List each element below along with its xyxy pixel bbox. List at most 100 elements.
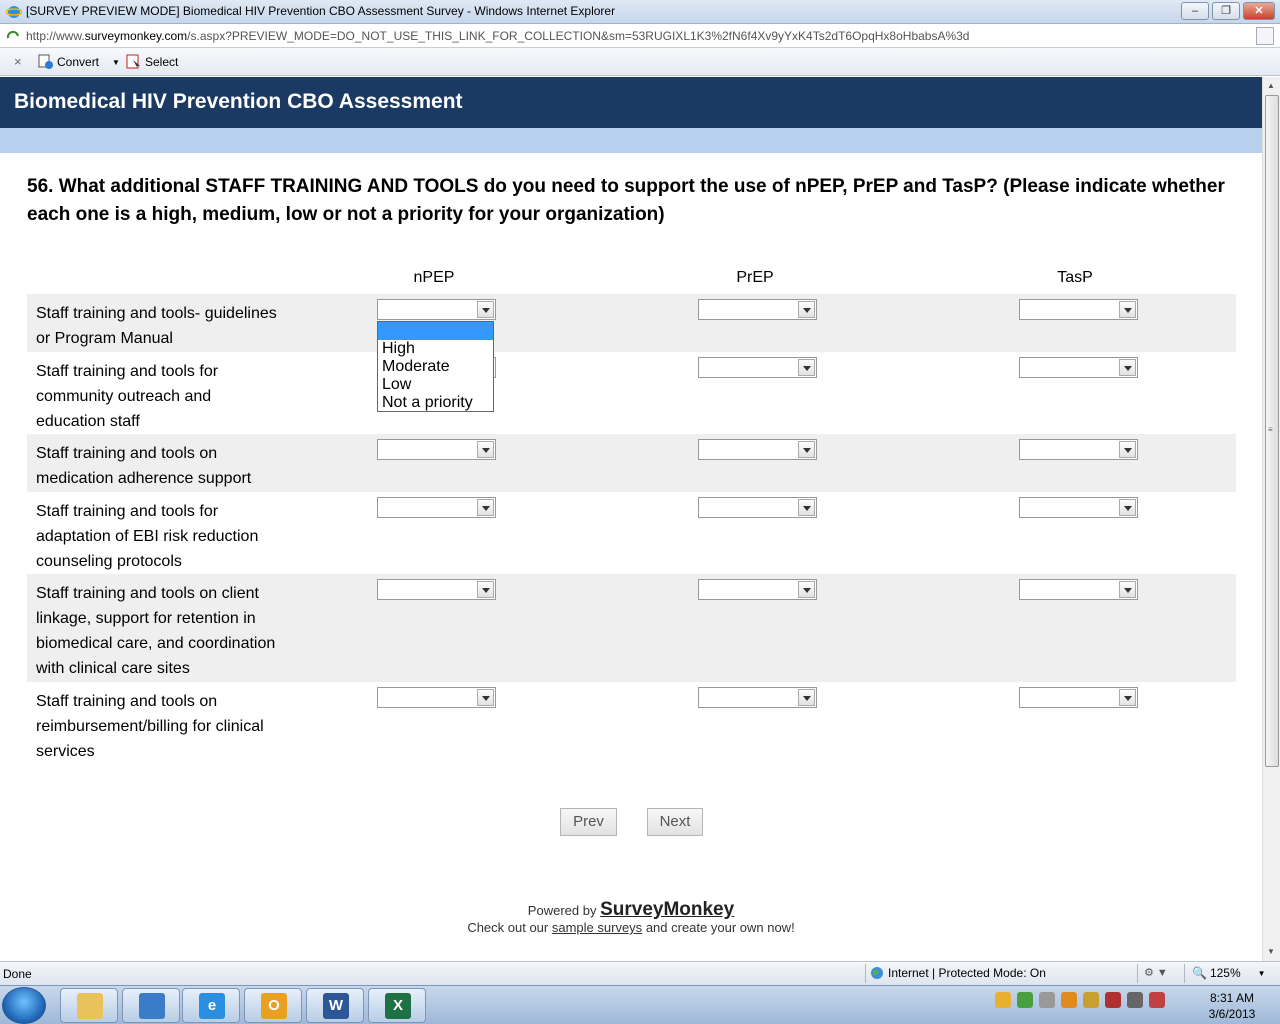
npep-select-row5[interactable]	[377, 579, 496, 600]
prep-select-row6[interactable]	[698, 687, 817, 708]
npep-select-row4[interactable]	[377, 497, 496, 518]
scroll-up-icon[interactable]: ▲	[1267, 81, 1275, 90]
next-button[interactable]: Next	[647, 808, 703, 836]
windows-taskbar: e O W X 8:31 AM 3/6/2013	[0, 985, 1280, 1024]
minimize-button[interactable]: –	[1181, 2, 1209, 20]
prep-select-row2[interactable]	[698, 357, 817, 378]
dropdown-option-blank[interactable]	[378, 322, 493, 340]
prep-select-row5[interactable]	[698, 579, 817, 600]
excel-icon: X	[385, 993, 411, 1019]
tasp-select-row4[interactable]	[1019, 497, 1138, 518]
chevron-down-icon[interactable]	[798, 581, 815, 598]
alert-icon[interactable]	[1105, 992, 1121, 1008]
dropdown-option-high[interactable]: High	[378, 340, 493, 358]
page-content: Biomedical HIV Prevention CBO Assessment…	[0, 77, 1262, 961]
system-clock[interactable]: 8:31 AM 3/6/2013	[1197, 990, 1267, 1022]
taskbar-internet-explorer[interactable]: e	[182, 988, 240, 1023]
chevron-down-icon[interactable]	[477, 581, 494, 598]
vertical-scrollbar[interactable]: ▲ ≡ ▼	[1262, 77, 1280, 961]
display-icon[interactable]	[1127, 992, 1143, 1008]
chevron-down-icon[interactable]	[798, 689, 815, 706]
prep-select-row1[interactable]	[698, 299, 817, 320]
column-header-npep: nPEP	[413, 269, 455, 286]
chevron-down-icon[interactable]	[477, 441, 494, 458]
chevron-down-icon[interactable]	[1119, 581, 1136, 598]
checkout-text: Check out our sample surveys and create …	[467, 920, 795, 935]
prep-select-row3[interactable]	[698, 439, 817, 460]
chevron-down-icon[interactable]	[477, 301, 494, 318]
taskbar-explorer[interactable]	[60, 988, 118, 1023]
internet-explorer-icon	[6, 6, 22, 18]
divider	[865, 964, 866, 983]
row-label: Staff training and tools on client linka…	[36, 585, 276, 677]
globe-icon	[871, 967, 883, 979]
address-bar[interactable]: http://www.surveymonkey.com/s.aspx?PREVI…	[0, 24, 1280, 48]
sync-icon[interactable]	[1039, 992, 1055, 1008]
npep-select-row3[interactable]	[377, 439, 496, 460]
scroll-down-icon[interactable]: ▼	[1267, 947, 1275, 956]
sample-surveys-link[interactable]: sample surveys	[552, 920, 642, 935]
tasp-select-row6[interactable]	[1019, 687, 1138, 708]
window-titlebar: [SURVEY PREVIEW MODE] Biomedical HIV Pre…	[0, 0, 1280, 24]
security-icon[interactable]	[1083, 992, 1099, 1008]
question-text: 56. What additional STAFF TRAINING AND T…	[27, 176, 1225, 225]
network-icon[interactable]	[1017, 992, 1033, 1008]
add-ons-icon[interactable]: ⚙ ▼	[1144, 966, 1168, 979]
command-toolbar: × Convert ▼ Select	[0, 48, 1280, 76]
prev-button[interactable]: Prev	[560, 808, 617, 836]
chevron-down-icon[interactable]	[1119, 359, 1136, 376]
dropdown-option-low[interactable]: Low	[378, 376, 493, 394]
zoom-control[interactable]: 🔍 125% ▼	[1192, 966, 1266, 980]
row-label: Staff training and tools for community o…	[36, 363, 219, 430]
surveymonkey-logo-link[interactable]: SurveyMonkey	[600, 899, 734, 920]
row-label: Staff training and tools on medication a…	[36, 445, 252, 487]
dropdown-option-moderate[interactable]: Moderate	[378, 358, 493, 376]
taskbar-excel[interactable]: X	[368, 988, 426, 1023]
folder-icon	[77, 993, 103, 1019]
chevron-down-icon[interactable]	[1119, 301, 1136, 318]
survey-subheader-band	[0, 128, 1262, 153]
security-zone[interactable]: Internet | Protected Mode: On	[870, 966, 1046, 980]
chevron-down-icon[interactable]	[477, 499, 494, 516]
url-text[interactable]: http://www.surveymonkey.com/s.aspx?PREVI…	[26, 29, 969, 43]
chevron-down-icon[interactable]	[1119, 441, 1136, 458]
tasp-select-row3[interactable]	[1019, 439, 1138, 460]
taskbar-lync[interactable]	[122, 988, 180, 1023]
select-button[interactable]: Select	[126, 54, 178, 70]
mail-icon[interactable]	[995, 992, 1011, 1008]
tasp-select-row5[interactable]	[1019, 579, 1138, 600]
taskbar-word[interactable]: W	[306, 988, 364, 1023]
compatibility-view-icon[interactable]	[1256, 27, 1274, 45]
outlook-tray-icon[interactable]	[1061, 992, 1077, 1008]
volume-muted-icon[interactable]	[1149, 992, 1165, 1008]
start-button[interactable]	[2, 987, 46, 1024]
internet-explorer-icon: e	[199, 993, 225, 1019]
chevron-down-icon[interactable]	[798, 301, 815, 318]
system-tray	[995, 992, 1165, 1008]
chevron-down-icon[interactable]	[798, 359, 815, 376]
row-label: Staff training and tools- guidelines or …	[36, 305, 277, 347]
tasp-select-row2[interactable]	[1019, 357, 1138, 378]
tasp-select-row1[interactable]	[1019, 299, 1138, 320]
word-icon: W	[323, 993, 349, 1019]
dropdown-option-not-a-priority[interactable]: Not a priority	[378, 394, 493, 412]
survey-title: Biomedical HIV Prevention CBO Assessment	[14, 90, 463, 113]
divider	[1184, 964, 1185, 983]
convert-button[interactable]: Convert ▼	[38, 54, 120, 70]
npep-select-row1[interactable]	[377, 299, 496, 320]
taskbar-outlook[interactable]: O	[244, 988, 302, 1023]
survey-header: Biomedical HIV Prevention CBO Assessment	[0, 77, 1262, 128]
chevron-down-icon[interactable]	[798, 499, 815, 516]
close-button[interactable]: ✕	[1243, 2, 1275, 20]
maximize-button[interactable]: ❐	[1212, 2, 1240, 20]
close-toolbar-icon[interactable]: ×	[14, 54, 22, 69]
npep-select-row6[interactable]	[377, 687, 496, 708]
chevron-down-icon: ▼	[1257, 968, 1266, 978]
chevron-down-icon[interactable]	[477, 689, 494, 706]
chevron-down-icon[interactable]	[1119, 689, 1136, 706]
dropdown-options-list: High Moderate Low Not a priority	[377, 321, 494, 412]
prep-select-row4[interactable]	[698, 497, 817, 518]
chevron-down-icon[interactable]	[798, 441, 815, 458]
window-title: [SURVEY PREVIEW MODE] Biomedical HIV Pre…	[26, 4, 616, 18]
chevron-down-icon[interactable]	[1119, 499, 1136, 516]
